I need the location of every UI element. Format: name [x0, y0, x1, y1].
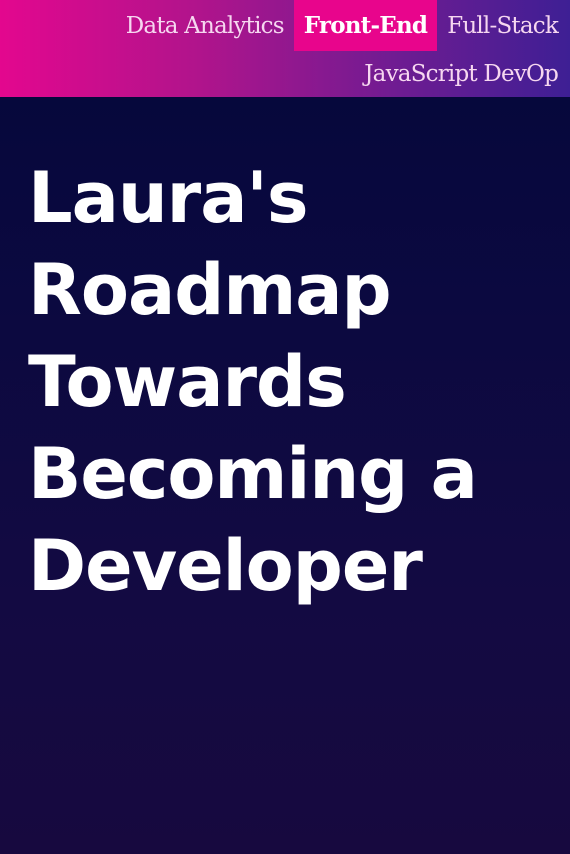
page-title-line: Roadmap: [28, 249, 392, 331]
top-navigation: Data Analytics Front-End Full-Stack Java…: [0, 0, 570, 97]
nav-link-front-end[interactable]: Front-End: [293, 0, 438, 51]
page-title-line: Laura's: [28, 157, 309, 239]
nav-link-data-analytics[interactable]: Data Analytics: [116, 0, 294, 51]
nav-row-secondary: JavaScript DevOp: [364, 51, 570, 97]
nav-link-full-stack[interactable]: Full-Stack: [437, 0, 570, 51]
page-title-line: Becoming a: [28, 433, 478, 515]
page-title-line: Towards: [28, 341, 347, 423]
nav-row-primary: Data Analytics Front-End Full-Stack: [116, 0, 570, 51]
page-title: Laura's Roadmap Towards Becoming a Devel…: [28, 152, 548, 612]
nav-link-javascript-devop[interactable]: JavaScript DevOp: [364, 51, 559, 97]
page-title-line: Developer: [28, 525, 423, 607]
